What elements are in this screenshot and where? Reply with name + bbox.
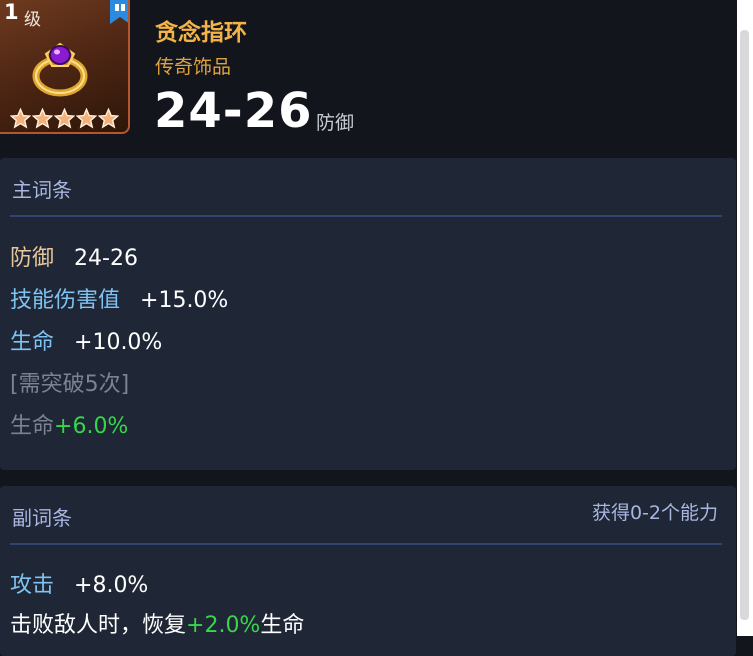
locked-affix-row: 生命+6.0% xyxy=(10,408,128,440)
star-icon xyxy=(32,108,53,129)
main-affix-row: 生命 +10.0% xyxy=(10,324,162,356)
stat-name: 生命 xyxy=(10,330,55,355)
star-icon xyxy=(98,108,119,129)
stat-value: +8.0% xyxy=(74,573,149,598)
stat-bonus-value: +2.0% xyxy=(186,613,261,638)
sub-affix-row: 攻击 +8.0% xyxy=(10,567,148,599)
locked-requirement: [需突破5次] xyxy=(10,372,130,397)
item-icon-card[interactable]: 1 级 xyxy=(0,0,130,134)
stat-name: 防御 xyxy=(10,246,55,271)
sub-affixes-title: 副词条 xyxy=(12,506,72,530)
star-icon xyxy=(54,108,75,129)
item-main-value-stat: 防御 xyxy=(316,112,355,134)
stat-value: +15.0% xyxy=(140,288,229,313)
item-name: 贪念指环 xyxy=(155,20,247,46)
divider xyxy=(10,215,722,217)
star-icon xyxy=(76,108,97,129)
sub-affixes-panel: 副词条 获得0-2个能力 攻击 +8.0% 击败敌人时，恢复+2.0%生命 xyxy=(0,486,736,656)
ring-icon xyxy=(32,42,88,97)
star-rating xyxy=(10,108,119,132)
stat-name: 生命 xyxy=(10,414,55,439)
main-affix-row: 技能伤害值 +15.0% xyxy=(10,282,228,314)
stat-value: +10.0% xyxy=(74,330,163,355)
main-affix-row: 防御 24-26 xyxy=(10,240,138,272)
scrollbar-thumb[interactable] xyxy=(740,30,749,620)
main-affixes-title: 主词条 xyxy=(12,178,72,202)
star-icon xyxy=(10,108,31,129)
item-level: 1 xyxy=(4,0,19,24)
sub-affix-row: 击败敌人时，恢复+2.0%生命 xyxy=(10,607,304,639)
stat-name: 攻击 xyxy=(10,573,55,598)
stat-name: 技能伤害值 xyxy=(10,288,121,313)
main-affixes-panel: 主词条 防御 24-26 技能伤害值 +15.0% 生命 +10.0% [需突破5次]… xyxy=(0,158,736,470)
item-main-value: 24-26 xyxy=(154,83,313,139)
sub-affixes-note: 获得0-2个能力 xyxy=(591,502,718,524)
divider xyxy=(10,543,722,545)
stat-text: 生命 xyxy=(260,613,305,638)
item-level-unit: 级 xyxy=(24,10,41,30)
stat-text: 击败敌人时，恢复 xyxy=(10,613,187,638)
stat-value: 24-26 xyxy=(74,246,138,271)
item-rarity: 传奇饰品 xyxy=(155,56,232,78)
scrollbar[interactable] xyxy=(737,0,753,636)
stat-bonus-value: +6.0% xyxy=(54,414,129,439)
bookmark-icon[interactable] xyxy=(110,0,130,24)
